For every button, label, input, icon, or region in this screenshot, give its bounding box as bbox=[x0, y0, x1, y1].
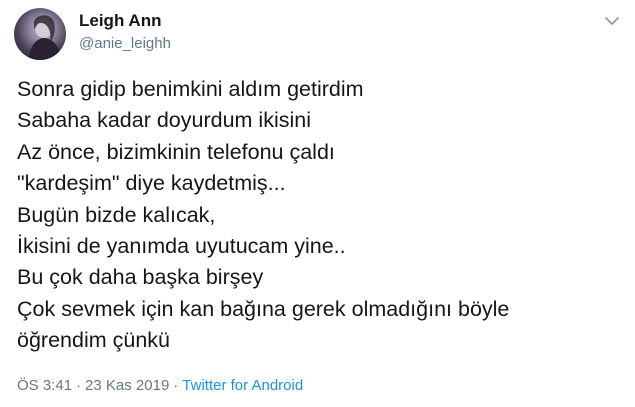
tweet-line: öğrendim çünkü bbox=[17, 328, 170, 353]
tweet-line: İkisini de yanımda uyutucam yine.. bbox=[17, 233, 346, 258]
tweet-meta: ÖS 3:41 · 23 Kas 2019 · Twitter for Android bbox=[17, 377, 303, 394]
tweet-line: Sabaha kadar doyurdum ikisini bbox=[17, 108, 311, 133]
tweet-text: Sonra gidip benimkini aldım getirdim Sab… bbox=[17, 74, 622, 357]
tweet-time[interactable]: ÖS 3:41 bbox=[17, 377, 72, 394]
tweet-line: Az önce, bizimkinin telefonu çaldı bbox=[17, 139, 335, 164]
author-name[interactable]: Leigh Ann bbox=[79, 11, 161, 31]
tweet-line: Çok sevmek için kan bağına gerek olmadığ… bbox=[17, 296, 510, 321]
tweet-line: Bu çok daha başka birşey bbox=[17, 265, 264, 290]
tweet-line: Bugün bizde kalıcak, bbox=[17, 202, 216, 227]
tweet-line: "kardeşim" diye kaydetmiş... bbox=[17, 171, 286, 196]
meta-separator: · bbox=[76, 377, 82, 394]
author-handle[interactable]: @anie_leighh bbox=[79, 35, 171, 52]
more-options-button[interactable] bbox=[600, 10, 624, 32]
tweet-source-link[interactable]: Twitter for Android bbox=[182, 377, 303, 394]
tweet-line: Sonra gidip benimkini aldım getirdim bbox=[17, 77, 364, 101]
meta-separator: · bbox=[173, 377, 179, 394]
chevron-down-icon bbox=[605, 16, 619, 25]
avatar[interactable] bbox=[14, 8, 66, 60]
tweet-date[interactable]: 23 Kas 2019 bbox=[85, 377, 169, 394]
profile-photo-icon bbox=[28, 15, 62, 60]
tweet-card: Leigh Ann @anie_leighh Sonra gidip benim… bbox=[0, 0, 635, 407]
